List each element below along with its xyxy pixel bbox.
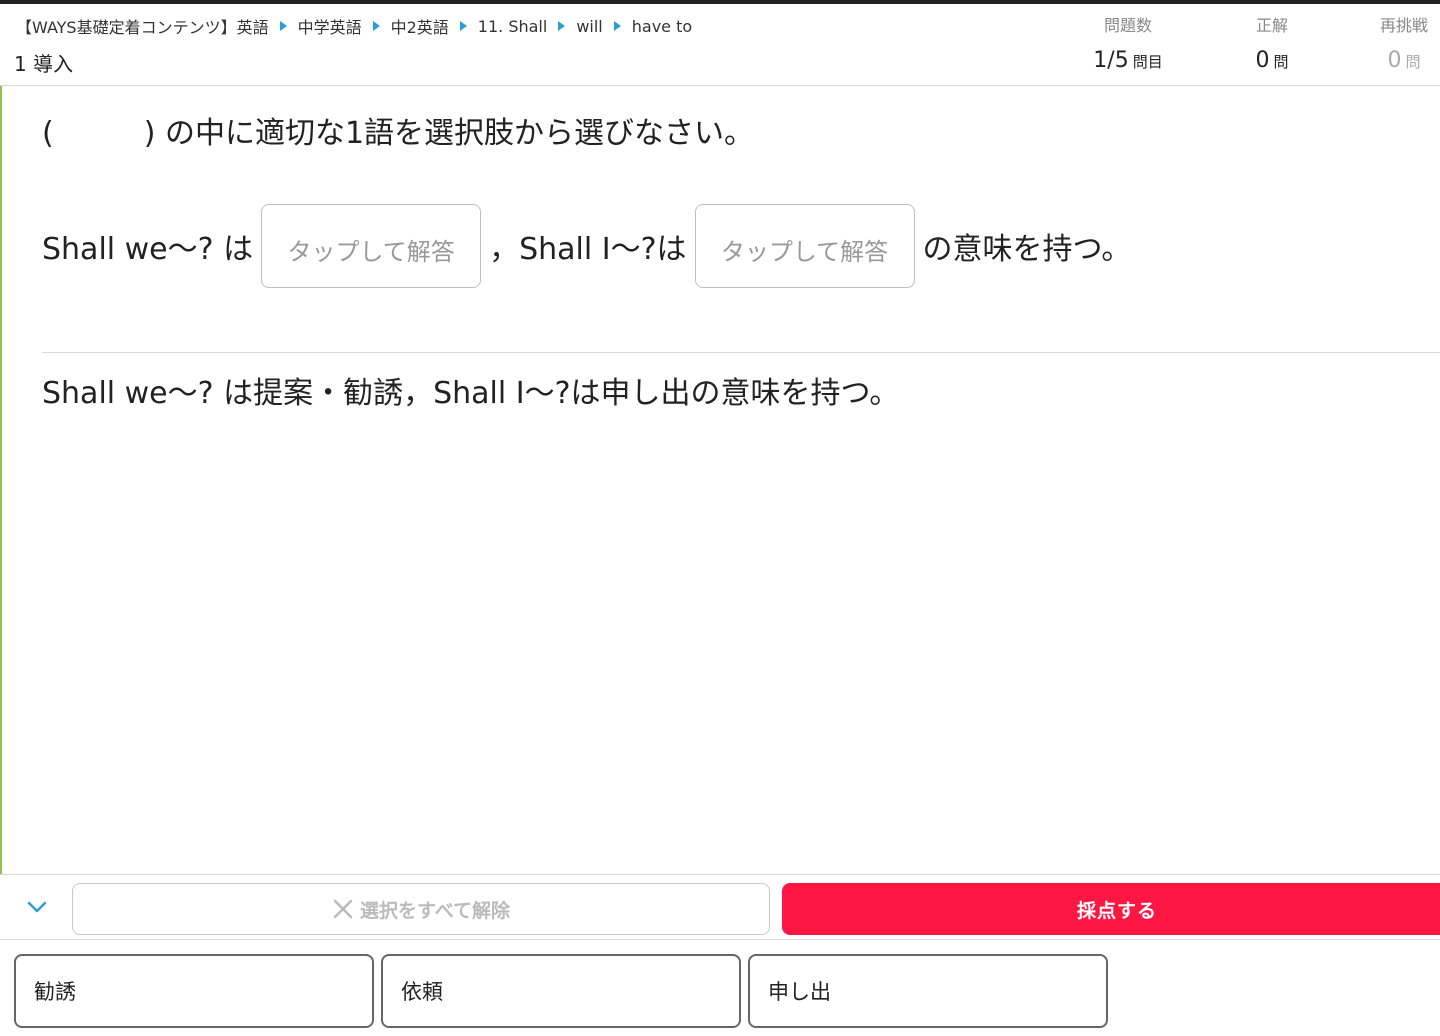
retry-label: 再挑戦 xyxy=(1379,16,1428,35)
breadcrumb-arrow-icon xyxy=(613,21,621,31)
breadcrumb-item-ways[interactable]: 【WAYS基礎定着コンテンツ】英語 xyxy=(16,14,269,38)
chevron-down-icon[interactable] xyxy=(24,895,50,919)
question-instruction: ( ) の中に適切な1語を選択肢から選びなさい。 xyxy=(42,116,755,151)
choice-moushide[interactable]: 申し出 xyxy=(748,954,1108,1028)
explanation-text: Shall we～? は提案・勧誘，Shall I～?は申し出の意味を持つ。 xyxy=(42,376,900,411)
question-count-value-wrap: 1/5 問目 xyxy=(1086,48,1170,73)
close-icon xyxy=(333,899,353,919)
breadcrumb-item-have-to[interactable]: have to xyxy=(632,17,692,36)
correct-value-wrap: 0問 xyxy=(1240,48,1304,73)
clear-selection-label: 選択をすべて解除 xyxy=(360,899,510,922)
lesson-title: 1 導入 xyxy=(14,52,74,76)
question-part-2: ，Shall I～?は xyxy=(489,232,687,267)
clear-selection-button[interactable]: 選択をすべて解除 xyxy=(72,883,770,935)
breadcrumb-item-shall[interactable]: 11. Shall xyxy=(478,17,548,36)
question-count-label: 問題数 xyxy=(1103,16,1152,35)
breadcrumb-item-will[interactable]: will xyxy=(576,17,602,36)
retry-value: 0 xyxy=(1387,48,1402,73)
left-accent-bar xyxy=(0,86,2,876)
breadcrumb-arrow-icon xyxy=(459,21,467,31)
retry-value-wrap: 0問 xyxy=(1372,48,1436,73)
grade-button[interactable]: 採点する xyxy=(782,883,1440,935)
header: 【WAYS基礎定着コンテンツ】英語 中学英語 中2英語 11. Shall wi… xyxy=(0,4,1440,86)
correct-label: 正解 xyxy=(1255,16,1288,35)
answer-blank-2[interactable]: タップして解答 xyxy=(694,204,915,288)
breadcrumb-arrow-icon xyxy=(558,21,566,31)
breadcrumb: 【WAYS基礎定着コンテンツ】英語 中学英語 中2英語 11. Shall wi… xyxy=(16,14,692,38)
breadcrumb-item-junior-english[interactable]: 中学英語 xyxy=(298,14,362,38)
question-part-1: Shall we～? は xyxy=(42,232,254,267)
correct-value: 0 xyxy=(1255,48,1270,73)
answer-blank-1[interactable]: タップして解答 xyxy=(261,204,482,288)
correct-unit: 問 xyxy=(1273,53,1289,71)
section-divider xyxy=(42,352,1440,353)
correct-stat: 正解 0問 xyxy=(1240,12,1304,73)
question-part-3: の意味を持つ。 xyxy=(922,232,1132,267)
answer-choices: 勧誘 依頼 申し出 xyxy=(14,954,1115,1028)
question-count-unit: 問目 xyxy=(1132,53,1163,71)
action-bar: 選択をすべて解除 採点する xyxy=(0,874,1440,940)
breadcrumb-arrow-icon xyxy=(279,21,287,31)
question-count-value: 1/5 xyxy=(1093,48,1129,73)
choice-irai[interactable]: 依頼 xyxy=(381,954,741,1028)
retry-unit: 問 xyxy=(1405,53,1421,71)
question-count-stat: 問題数 1/5 問目 xyxy=(1086,12,1170,73)
retry-stat: 再挑戦 0問 xyxy=(1372,12,1436,73)
choice-kanyu[interactable]: 勧誘 xyxy=(14,954,374,1028)
question-sentence: Shall we～? は タップして解答 ，Shall I～?は タップして解答… xyxy=(42,204,1131,288)
breadcrumb-arrow-icon xyxy=(372,21,380,31)
breadcrumb-item-grade2-english[interactable]: 中2英語 xyxy=(391,14,449,38)
